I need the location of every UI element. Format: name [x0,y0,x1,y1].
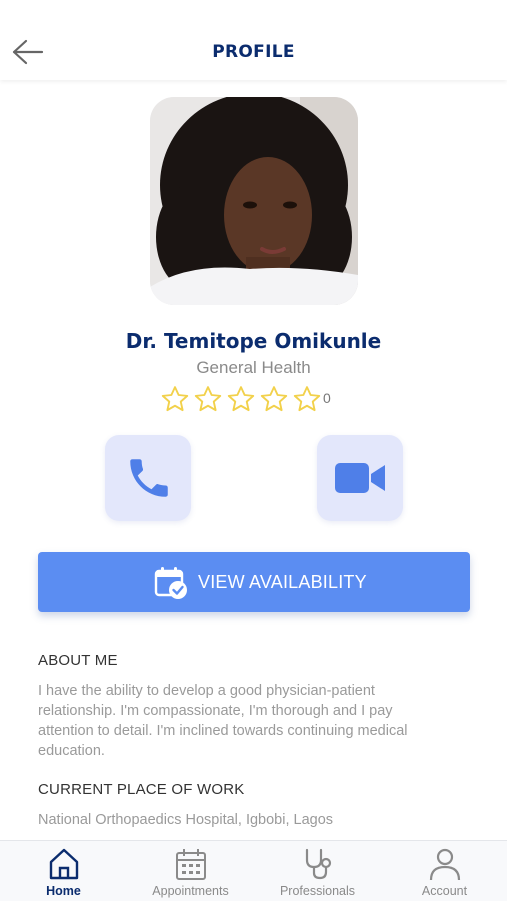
about-line: relationship. I'm compassionate, I'm tho… [38,703,393,719]
view-availability-label: VIEW AVAILABILITY [198,572,367,592]
tab-home[interactable]: Home [0,841,127,901]
work-value: National Orthopaedics Hospital, Igbobi, … [38,812,334,828]
tab-account-label: Account [421,884,468,898]
video-call-button[interactable] [317,435,403,521]
tab-home-label: Home [46,884,81,898]
doctor-name: Dr. Temitope Omikunle [125,329,382,353]
tab-professionals[interactable]: Professionals [254,841,381,901]
about-title: ABOUT ME [38,652,118,669]
about-line: education. [38,743,105,759]
rating-count: 0 [323,390,331,406]
home-icon [49,848,79,880]
star-icon [161,386,189,412]
about-line: I have the ability to develop a good phy… [38,683,375,699]
tab-account[interactable]: Account [381,841,507,901]
view-availability-button[interactable]: VIEW AVAILABILITY [38,552,470,612]
work-title: CURRENT PLACE OF WORK [38,781,245,798]
star-icon [260,386,288,412]
star-icon [227,386,255,412]
doctor-specialty: General Health [196,358,311,377]
call-button[interactable] [105,435,191,521]
about-line: attention to detail. I'm inclined toward… [38,723,408,739]
tab-appointments-label: Appointments [152,884,229,898]
bottom-tab-bar: Home Appointments Professionals Account [0,840,507,901]
user-icon [429,848,461,881]
star-icon [194,386,222,412]
page-title: PROFILE [212,42,295,62]
video-camera-icon [335,463,385,493]
tab-appointments[interactable]: Appointments [127,841,254,901]
stethoscope-icon [305,848,332,880]
app-header: PROFILE [0,0,507,80]
doctor-avatar [150,97,358,305]
star-icon [293,386,321,412]
about-text: I have the ability to develop a good phy… [38,681,478,761]
calendar-check-icon [154,567,187,599]
phone-icon [130,459,168,497]
tab-professionals-label: Professionals [279,884,356,898]
calendar-icon [176,849,206,880]
